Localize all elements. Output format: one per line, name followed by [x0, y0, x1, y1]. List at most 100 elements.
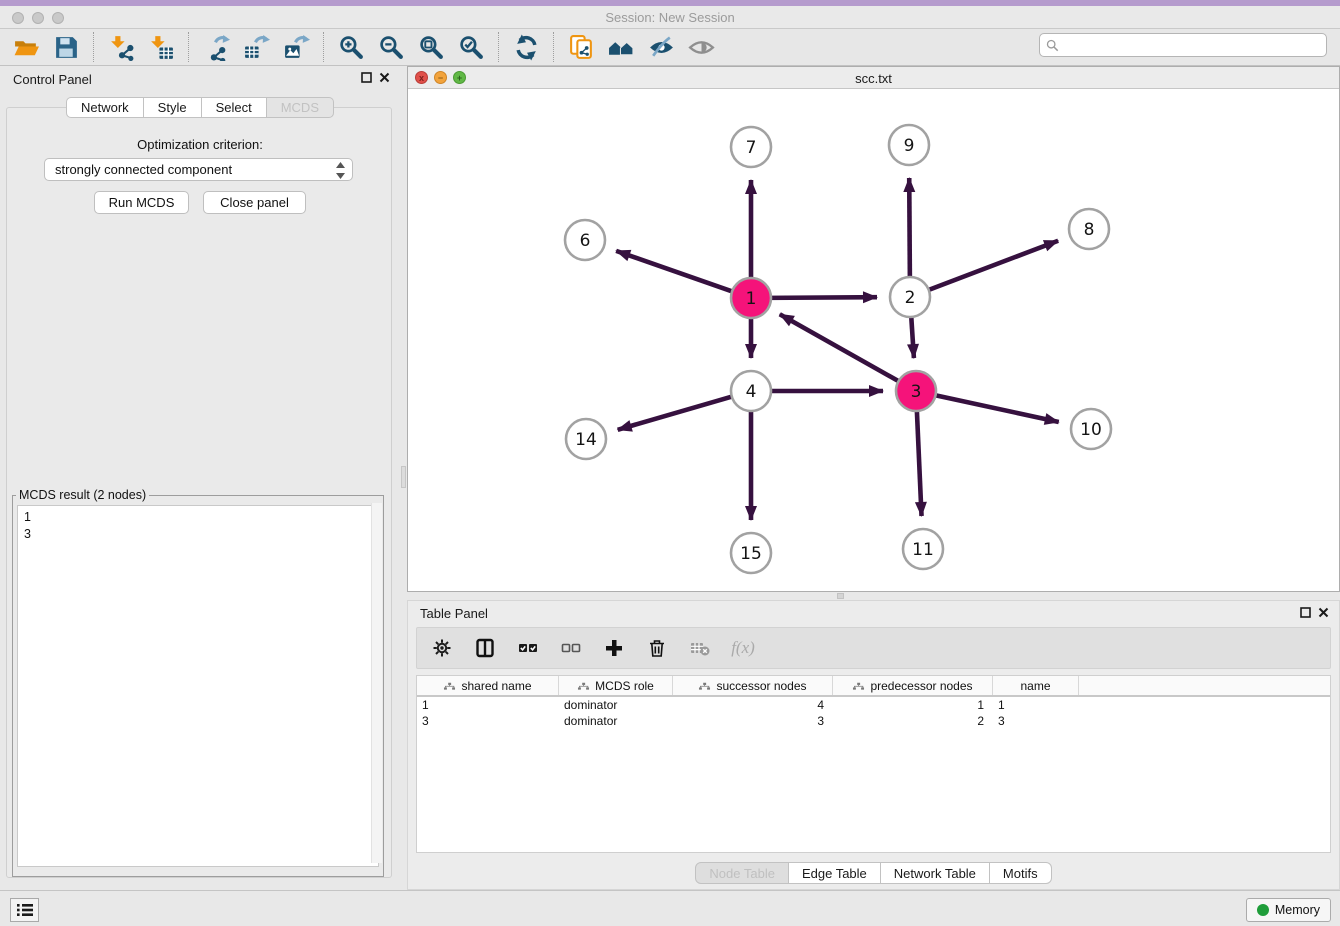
graph-canvas[interactable]: 7 9 6 8 1 2 4 3 14 10 15 11 [408, 89, 1339, 591]
graph-node-14[interactable]: 14 [566, 419, 606, 459]
table-settings-button[interactable] [429, 635, 455, 661]
graph-node-15[interactable]: 15 [731, 533, 771, 573]
tab-node-table[interactable]: Node Table [695, 862, 789, 884]
clone-network-button[interactable] [561, 30, 601, 64]
node-label: 11 [912, 540, 934, 560]
tab-select[interactable]: Select [202, 97, 267, 118]
run-mcds-button[interactable]: Run MCDS [94, 191, 189, 214]
window-titlebar: Session: New Session [0, 6, 1340, 29]
graph-edge-4-14[interactable] [618, 396, 734, 430]
graph-node-6[interactable]: 6 [565, 220, 605, 260]
graph-node-8[interactable]: 8 [1069, 209, 1109, 249]
column-header-successor-nodes[interactable]: successor nodes [673, 676, 833, 695]
show-panels-button[interactable] [681, 30, 721, 64]
table-cell[interactable]: 3 [417, 713, 559, 729]
toggle-column-panel-button[interactable] [472, 635, 498, 661]
close-panel-icon[interactable] [1318, 607, 1329, 618]
column-header-predecessor-nodes[interactable]: predecessor nodes [833, 676, 993, 695]
tab-motifs[interactable]: Motifs [990, 862, 1052, 884]
tab-network[interactable]: Network [66, 97, 144, 118]
zoom-fit-button[interactable] [411, 30, 451, 64]
table-row[interactable]: 1dominator411 [417, 697, 1330, 713]
float-panel-icon[interactable] [1300, 607, 1311, 618]
node-label: 3 [911, 382, 922, 402]
graph-node-3[interactable]: 3 [896, 371, 936, 411]
tab-mcds[interactable]: MCDS [267, 97, 334, 118]
splitter-grip[interactable] [401, 466, 406, 488]
tab-network-table[interactable]: Network Table [881, 862, 990, 884]
memory-button[interactable]: Memory [1246, 898, 1331, 922]
close-panel-button[interactable]: Close panel [203, 191, 306, 214]
select-all-columns-button[interactable] [515, 635, 541, 661]
function-builder-button[interactable]: f(x) [730, 635, 756, 661]
search-box[interactable] [1039, 33, 1327, 57]
graph-node-4[interactable]: 4 [731, 371, 771, 411]
open-file-icon [13, 34, 40, 61]
table-cell[interactable]: 2 [833, 713, 993, 729]
panel-menu-button[interactable] [10, 898, 39, 922]
vertical-splitter[interactable] [400, 66, 407, 890]
close-panel-icon[interactable] [379, 72, 390, 83]
delete-columns-button[interactable] [644, 635, 670, 661]
plus-icon [604, 638, 624, 658]
refresh-button[interactable] [506, 30, 546, 64]
table-cell[interactable]: dominator [559, 697, 673, 713]
graph-node-9[interactable]: 9 [889, 125, 929, 165]
criterion-select[interactable]: strongly connected component [44, 158, 353, 181]
graph-node-2[interactable]: 2 [890, 277, 930, 317]
import-network-button[interactable] [101, 30, 141, 64]
table-row[interactable]: 3dominator323 [417, 713, 1330, 729]
tab-style[interactable]: Style [144, 97, 202, 118]
eye-icon [688, 34, 715, 61]
graph-edge-3-10[interactable] [934, 395, 1059, 422]
export-network-button[interactable] [196, 30, 236, 64]
column-header-MCDS-role[interactable]: MCDS role [559, 676, 673, 695]
save-icon [53, 34, 80, 61]
export-table-button[interactable] [236, 30, 276, 64]
hide-panels-button[interactable] [641, 30, 681, 64]
tab-edge-table[interactable]: Edge Table [789, 862, 881, 884]
table-cell[interactable]: 3 [673, 713, 833, 729]
graph-edge-2-9[interactable] [909, 178, 910, 279]
horizontal-splitter[interactable] [407, 592, 1340, 600]
column-header-name[interactable]: name [993, 676, 1079, 695]
float-panel-icon[interactable] [361, 72, 372, 83]
splitter-grip[interactable] [837, 593, 844, 599]
graph-edge-3-1[interactable] [780, 314, 901, 382]
graph-edge-2-3[interactable] [911, 315, 914, 358]
gear-icon [432, 638, 452, 658]
criterion-value: strongly connected component [55, 162, 232, 177]
zoom-in-button[interactable] [331, 30, 371, 64]
table-cell[interactable]: dominator [559, 713, 673, 729]
toolbar-separator [553, 32, 554, 62]
column-header-shared-name[interactable]: shared name [417, 676, 559, 695]
graph-edge-1-2[interactable] [769, 297, 877, 298]
table-cell[interactable]: 4 [673, 697, 833, 713]
save-session-button[interactable] [46, 30, 86, 64]
create-column-button[interactable] [601, 635, 627, 661]
graph-edge-2-8[interactable] [927, 241, 1058, 291]
zoom-selected-button[interactable] [451, 30, 491, 64]
mcds-result-textarea[interactable]: 1 3 [17, 505, 379, 867]
search-input[interactable] [1063, 38, 1320, 52]
unselect-all-columns-button[interactable] [558, 635, 584, 661]
graph-node-7[interactable]: 7 [731, 127, 771, 167]
delete-table-button[interactable] [687, 635, 713, 661]
graph-edge-1-6[interactable] [616, 251, 734, 292]
table-cell[interactable]: 1 [417, 697, 559, 713]
table-cell[interactable]: 3 [993, 713, 1079, 729]
checked-boxes-icon [518, 638, 538, 658]
first-neighbors-button[interactable] [601, 30, 641, 64]
graph-node-10[interactable]: 10 [1071, 409, 1111, 449]
graph-node-1[interactable]: 1 [731, 278, 771, 318]
graph-edge-3-11[interactable] [917, 409, 922, 516]
result-scrollbar[interactable] [371, 503, 382, 863]
open-file-button[interactable] [6, 30, 46, 64]
node-label: 2 [905, 288, 916, 308]
graph-node-11[interactable]: 11 [903, 529, 943, 569]
export-image-button[interactable] [276, 30, 316, 64]
table-cell[interactable]: 1 [993, 697, 1079, 713]
import-table-button[interactable] [141, 30, 181, 64]
zoom-out-button[interactable] [371, 30, 411, 64]
table-cell[interactable]: 1 [833, 697, 993, 713]
